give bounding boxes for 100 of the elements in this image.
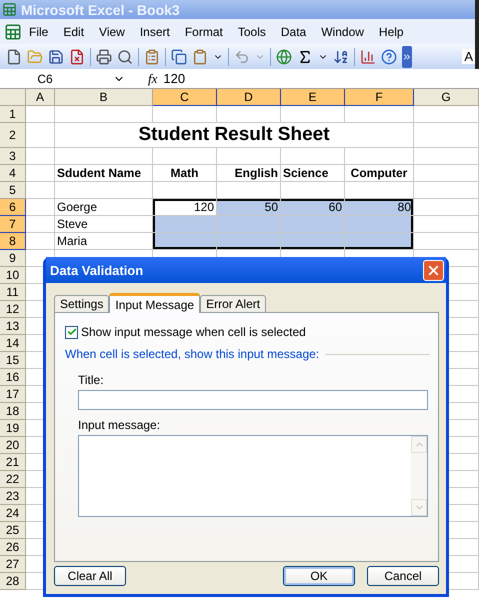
table-cell (414, 216, 479, 233)
row-header[interactable]: 11 (0, 284, 26, 301)
row-header[interactable]: 13 (0, 318, 26, 335)
menu-item[interactable]: Tools (230, 22, 274, 40)
row-header[interactable]: 22 (0, 471, 26, 488)
globe-icon[interactable] (276, 48, 292, 64)
table-cell (345, 148, 414, 165)
row-header[interactable]: 27 (0, 556, 26, 573)
row-header[interactable]: 18 (0, 403, 26, 420)
row-header[interactable]: 19 (0, 420, 26, 437)
column-header[interactable]: G (414, 89, 479, 106)
row-header[interactable]: 10 (0, 267, 26, 284)
field-label: Title: (78, 373, 104, 387)
title-field[interactable] (78, 390, 428, 410)
table-cell (414, 182, 479, 199)
table-cell: Math (153, 165, 217, 182)
close-button[interactable] (423, 260, 444, 280)
menu-item[interactable]: File (22, 22, 56, 40)
table-cell (26, 233, 55, 250)
table-cell (414, 199, 479, 216)
dialog-button[interactable]: Cancel (367, 566, 439, 586)
menu-item[interactable]: Edit (56, 22, 92, 40)
clipboard-list-icon[interactable] (144, 48, 160, 64)
column-header[interactable]: D (217, 89, 281, 106)
row-header[interactable]: 4 (0, 165, 26, 182)
row-header[interactable]: 6 (0, 199, 26, 216)
printer-icon[interactable] (96, 48, 112, 64)
dialog-button[interactable]: Clear All (54, 566, 126, 586)
table-cell (217, 106, 281, 123)
tab[interactable]: Input Message (109, 293, 200, 313)
table-cell (26, 199, 55, 216)
row-header[interactable]: 17 (0, 386, 26, 403)
table-cell (26, 123, 55, 148)
menu-item[interactable]: Data (274, 22, 314, 40)
row-header[interactable]: 9 (0, 250, 26, 267)
checkbox-label[interactable]: Show input message when cell is selected (81, 325, 306, 339)
column-header[interactable]: C (153, 89, 217, 106)
field-label: Input message: (78, 418, 160, 432)
table-cell (345, 182, 414, 199)
row-header[interactable]: 5 (0, 182, 26, 199)
font-field[interactable]: A (462, 49, 475, 64)
sort-icon[interactable] (333, 48, 349, 64)
name-box[interactable]: C6 (0, 70, 90, 87)
table-cell (26, 182, 55, 199)
row-header[interactable]: 1 (0, 106, 26, 123)
table-cell: Maria (55, 233, 153, 250)
row-header[interactable]: 16 (0, 369, 26, 386)
table-cell (281, 106, 345, 123)
table-cell (26, 106, 55, 123)
table-cell (414, 148, 479, 165)
table-cell (26, 165, 55, 182)
help-icon[interactable] (381, 48, 397, 64)
row-header[interactable]: 15 (0, 352, 26, 369)
table-cell (345, 216, 414, 233)
table-cell (414, 106, 479, 123)
table-cell (153, 106, 217, 123)
table-cell (414, 165, 479, 182)
column-header[interactable]: B (55, 89, 153, 106)
row-header[interactable]: 24 (0, 505, 26, 522)
group-label: When cell is selected, show this input message: (65, 347, 320, 361)
row-header[interactable]: 25 (0, 522, 26, 539)
copy-icon[interactable] (171, 48, 187, 64)
column-header[interactable]: F (345, 89, 414, 106)
row-header[interactable]: 28 (0, 573, 26, 590)
menu-item[interactable]: Help (372, 22, 412, 40)
row-header[interactable]: 8 (0, 233, 26, 250)
row-header[interactable]: 20 (0, 437, 26, 454)
dialog-title: Data Validation (50, 262, 144, 278)
workbook-icon[interactable] (4, 22, 22, 40)
row-header[interactable]: 3 (0, 148, 26, 165)
menu-item[interactable]: Window (314, 22, 372, 40)
column-header[interactable]: A (26, 89, 55, 106)
row-header[interactable]: 7 (0, 216, 26, 233)
print-preview-icon[interactable] (117, 48, 133, 64)
table-cell (281, 182, 345, 199)
new-file-icon[interactable] (6, 48, 22, 64)
menu-item[interactable]: Insert (132, 22, 178, 40)
paste-icon[interactable] (192, 48, 208, 64)
table-cell (281, 148, 345, 165)
menu-item[interactable]: Format (178, 22, 231, 40)
checkbox[interactable] (65, 326, 78, 338)
row-header[interactable]: 2 (0, 123, 26, 148)
dialog-button[interactable]: OK (283, 566, 355, 586)
file-cross-icon[interactable] (69, 48, 85, 64)
row-header[interactable]: 23 (0, 488, 26, 505)
row-header[interactable]: 12 (0, 301, 26, 318)
tab[interactable]: Settings (54, 295, 110, 312)
bar-chart-icon[interactable] (360, 48, 376, 64)
tab[interactable]: Error Alert (200, 295, 266, 312)
row-header[interactable]: 26 (0, 539, 26, 556)
menu-item[interactable]: View (92, 22, 133, 40)
row-header[interactable]: 21 (0, 454, 26, 471)
formula-field[interactable]: 120 (163, 71, 186, 86)
function-button[interactable]: fx (148, 70, 158, 86)
row-header[interactable]: 14 (0, 335, 26, 352)
column-header[interactable]: E (281, 89, 345, 106)
save-icon[interactable] (48, 48, 64, 64)
table-cell: 120 (153, 199, 217, 216)
table-cell (345, 106, 414, 123)
toolbar-overflow-icon[interactable] (402, 46, 412, 68)
